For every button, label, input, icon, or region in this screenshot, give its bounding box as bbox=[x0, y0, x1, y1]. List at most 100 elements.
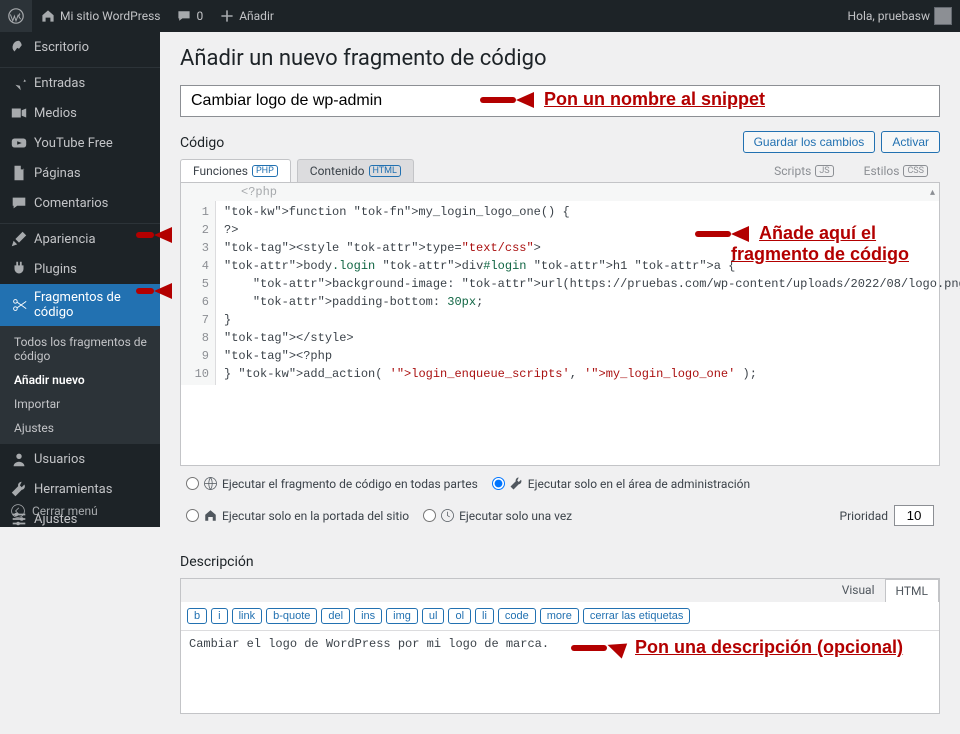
description-textarea[interactable]: Cambiar el logo de WordPress por mi logo… bbox=[181, 631, 939, 713]
code-editor[interactable]: <?php ▴ 12345678910 "tok-kw">function "t… bbox=[180, 182, 940, 466]
menu-users-label: Usuarios bbox=[34, 452, 85, 467]
qt-ul[interactable]: ul bbox=[422, 608, 445, 624]
scope-once-radio[interactable] bbox=[423, 509, 436, 522]
comments-count: 0 bbox=[196, 9, 203, 23]
tab-functions-label: Funciones bbox=[193, 164, 248, 178]
add-new-link[interactable]: Añadir bbox=[211, 0, 282, 32]
menu-dashboard[interactable]: Escritorio bbox=[0, 32, 160, 62]
menu-snippets-label: Fragmentos de código bbox=[34, 290, 150, 320]
qt-ol[interactable]: ol bbox=[448, 608, 471, 624]
scope-admin-label: Ejecutar solo en el área de administraci… bbox=[528, 477, 750, 491]
menu-appearance[interactable]: Apariencia bbox=[0, 224, 160, 254]
menu-youtube-free[interactable]: YouTube Free bbox=[0, 128, 160, 158]
tab-styles-label: Estilos bbox=[864, 164, 900, 178]
tab-content-label: Contenido bbox=[310, 164, 365, 178]
qt-b[interactable]: b bbox=[187, 608, 207, 624]
scope-admin[interactable]: Ejecutar solo en el área de administraci… bbox=[492, 476, 750, 491]
scope-everywhere-label: Ejecutar el fragmento de código en todas… bbox=[222, 477, 478, 491]
menu-dashboard-label: Escritorio bbox=[34, 40, 89, 55]
save-button[interactable]: Guardar los cambios bbox=[743, 131, 876, 153]
qt-i[interactable]: i bbox=[211, 608, 227, 624]
menu-media-label: Medios bbox=[34, 106, 77, 121]
comments-link[interactable]: 0 bbox=[168, 0, 211, 32]
line-gutter: 12345678910 bbox=[181, 201, 216, 385]
tab-scripts-tag: JS bbox=[815, 165, 833, 177]
tab-scripts[interactable]: Scripts JS bbox=[762, 160, 846, 182]
scope-admin-radio[interactable] bbox=[492, 477, 505, 490]
tab-scripts-label: Scripts bbox=[774, 164, 811, 178]
qt-li[interactable]: li bbox=[475, 608, 494, 624]
menu-pages[interactable]: Páginas bbox=[0, 158, 160, 188]
tab-styles[interactable]: Estilos CSS bbox=[852, 160, 940, 182]
qt-ins[interactable]: ins bbox=[354, 608, 382, 624]
activate-button[interactable]: Activar bbox=[881, 131, 940, 153]
tab-content[interactable]: Contenido HTML bbox=[297, 159, 414, 182]
scope-everywhere[interactable]: Ejecutar el fragmento de código en todas… bbox=[186, 476, 478, 491]
menu-snippets[interactable]: Fragmentos de código bbox=[0, 284, 160, 326]
menu-users[interactable]: Usuarios bbox=[0, 444, 160, 474]
snippet-title-input[interactable] bbox=[180, 85, 940, 117]
tab-styles-tag: CSS bbox=[903, 165, 928, 177]
description-box: Visual HTML bilinkb-quotedelinsimgulolli… bbox=[180, 578, 940, 714]
scope-front-radio[interactable] bbox=[186, 509, 199, 522]
menu-posts-label: Entradas bbox=[34, 76, 85, 91]
code-content[interactable]: "tok-kw">function "tok-fn">my_login_logo… bbox=[216, 201, 960, 385]
qt-cerrar-las-etiquetas[interactable]: cerrar las etiquetas bbox=[583, 608, 691, 624]
desc-tab-html[interactable]: HTML bbox=[885, 579, 940, 602]
qt-b-quote[interactable]: b-quote bbox=[266, 608, 317, 624]
page-body: Ayuda ▾ Añadir un nuevo fragmento de cód… bbox=[160, 0, 960, 734]
comment-icon bbox=[176, 8, 192, 24]
menu-media[interactable]: Medios bbox=[0, 98, 160, 128]
qt-more[interactable]: more bbox=[540, 608, 579, 624]
menu-comments[interactable]: Comentarios bbox=[0, 188, 160, 218]
priority-label: Prioridad bbox=[840, 509, 888, 523]
menu-plugins-label: Plugins bbox=[34, 262, 77, 277]
globe-icon bbox=[203, 476, 218, 491]
page-title: Añadir un nuevo fragmento de código bbox=[180, 46, 940, 71]
submenu-settings[interactable]: Ajustes bbox=[0, 416, 160, 440]
pin-icon bbox=[10, 74, 28, 92]
site-name: Mi sitio WordPress bbox=[60, 9, 160, 23]
scope-options: Ejecutar el fragmento de código en todas… bbox=[180, 466, 940, 536]
tab-content-tag: HTML bbox=[369, 165, 401, 177]
menu-plugins[interactable]: Plugins bbox=[0, 254, 160, 284]
submenu-add-new[interactable]: Añadir nuevo bbox=[0, 368, 160, 392]
menu-snippets-submenu: Todos los fragmentos de código Añadir nu… bbox=[0, 326, 160, 444]
menu-appearance-label: Apariencia bbox=[34, 232, 96, 247]
submenu-import[interactable]: Importar bbox=[0, 392, 160, 416]
qt-img[interactable]: img bbox=[386, 608, 418, 624]
brush-icon bbox=[10, 230, 28, 248]
collapse-icon bbox=[10, 503, 26, 519]
scissors-icon bbox=[10, 296, 28, 314]
user-icon bbox=[10, 450, 28, 468]
scope-front[interactable]: Ejecutar solo en la portada del sitio bbox=[186, 508, 409, 523]
my-account[interactable]: Hola, pruebasw bbox=[840, 0, 960, 32]
desc-tab-visual[interactable]: Visual bbox=[832, 579, 885, 602]
menu-comments-label: Comentarios bbox=[34, 196, 108, 211]
site-name-link[interactable]: Mi sitio WordPress bbox=[32, 0, 168, 32]
avatar bbox=[934, 7, 952, 25]
quicktags-toolbar: bilinkb-quotedelinsimgulollicodemorecerr… bbox=[181, 602, 939, 631]
submenu-all-snippets[interactable]: Todos los fragmentos de código bbox=[0, 330, 160, 368]
code-tabs: Funciones PHP Contenido HTML Scripts JS … bbox=[180, 159, 940, 466]
qt-link[interactable]: link bbox=[232, 608, 263, 624]
scope-everywhere-radio[interactable] bbox=[186, 477, 199, 490]
scope-once[interactable]: Ejecutar solo una vez bbox=[423, 508, 572, 523]
qt-del[interactable]: del bbox=[321, 608, 350, 624]
collapse-menu[interactable]: Cerrar menú bbox=[0, 495, 160, 527]
comment-icon bbox=[10, 194, 28, 212]
qt-code[interactable]: code bbox=[498, 608, 536, 624]
home-icon bbox=[203, 508, 218, 523]
scroll-indicator-icon: ▴ bbox=[930, 187, 935, 198]
wrench-icon bbox=[509, 476, 524, 491]
tab-functions[interactable]: Funciones PHP bbox=[180, 159, 291, 182]
description-heading: Descripción bbox=[180, 554, 940, 570]
add-new-label: Añadir bbox=[239, 9, 274, 23]
menu-posts[interactable]: Entradas bbox=[0, 68, 160, 98]
priority-input[interactable] bbox=[894, 505, 934, 526]
wordpress-icon bbox=[8, 8, 24, 24]
menu-youtube-free-label: YouTube Free bbox=[34, 136, 113, 151]
clock-icon bbox=[440, 508, 455, 523]
media-icon bbox=[10, 104, 28, 122]
wp-logo[interactable] bbox=[0, 0, 32, 32]
